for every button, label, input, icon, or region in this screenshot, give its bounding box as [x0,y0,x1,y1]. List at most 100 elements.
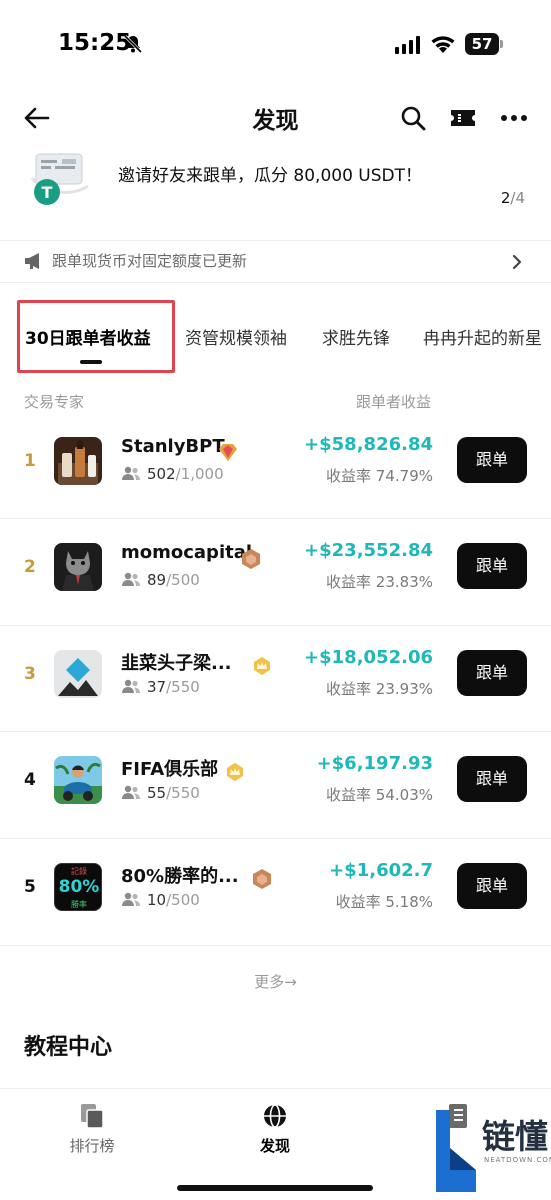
follower-count: 10/500 [121,891,200,909]
column-header-profit: 跟单者收益 [356,393,432,411]
more-link[interactable]: 更多→ [0,971,551,992]
ranking-tabs: 30日跟单者收益 资管规模领袖 求胜先锋 冉冉升起的新星 [0,300,551,373]
gold-crown-badge-icon [227,763,243,781]
bottom-nav-leaderboard[interactable]: 排行榜 [42,1103,142,1156]
banner-text: 邀请好友来跟单，瓜分 80,000 USDT！ [118,166,422,186]
active-tab-indicator [80,360,102,364]
banner-pager-total: 4 [515,189,525,207]
battery-tip [500,40,503,48]
more-options-icon[interactable] [500,107,528,129]
avatar-top-text: 記錄 [71,867,87,876]
trader-name: StanlyBPT [121,436,225,457]
follow-button[interactable]: 跟单 [457,543,527,589]
follower-count: 37/550 [121,678,200,696]
tab-30d-follower-profit[interactable]: 30日跟单者收益 [25,324,151,349]
follower-count: 89/500 [121,571,200,589]
trader-name: momocapital [121,542,253,563]
follower-capacity: /500 [166,571,200,589]
watermark-text: 链懂 [482,1117,548,1156]
bronze-badge-icon [242,549,260,569]
people-icon [122,892,140,906]
bottom-nav-discover[interactable]: 发现 [225,1103,325,1156]
gold-crown-badge-icon [254,657,270,675]
follower-profit: +$18,052.06 [304,647,433,668]
follower-count: 502/1,000 [121,465,224,483]
trader-row[interactable]: 5 記錄 80% 勝率 80%勝率的... 10/500 +$1,602.7 收… [0,839,551,945]
notice-bar[interactable]: 跟单现货币对固定额度已更新 [0,242,551,282]
search-icon[interactable] [400,105,426,131]
invite-banner[interactable]: T 邀请好友来跟单，瓜分 80,000 USDT！ 2/4 [0,146,551,222]
follow-button[interactable]: 跟单 [457,437,527,483]
avatar-main-text: 80% [58,877,100,897]
trader-name: FIFA俱乐部 [121,759,219,780]
rank-number: 1 [24,451,36,471]
banner-pager-current: 2 [500,189,511,207]
people-icon [122,679,140,693]
follower-current: 89 [147,571,167,589]
banner-pager: 2/4 [501,189,525,207]
home-indicator [177,1185,373,1191]
divider [0,240,551,241]
battery-level: 57 [465,33,499,55]
trader-row[interactable]: 1 StanlyBPT 502/1,000 +$58,826.84 收益率 74… [0,413,551,519]
trader-row[interactable]: 2 momocapital 89/500 +$23,552.84 收益率 23.… [0,519,551,625]
cellular-signal-icon [395,36,420,54]
column-header-expert: 交易专家 [24,393,85,411]
wifi-icon [431,36,455,53]
trader-row[interactable]: 4 FIFA俱乐部 55/550 +$6,197.93 收益率 54.03% 跟… [0,732,551,838]
return-rate: 收益率 23.83% [326,573,433,591]
tab-aum-leader[interactable]: 资管规模领袖 [185,324,287,349]
follower-profit: +$6,197.93 [316,753,433,774]
follower-capacity: /1,000 [175,465,224,483]
trader-name: 80%勝率的... [121,866,239,887]
section-title-tutorials: 教程中心 [24,1035,113,1060]
follower-profit: +$58,826.84 [304,434,433,455]
people-icon [122,466,140,480]
rank-number: 3 [24,664,36,684]
trader-avatar [54,437,102,485]
follow-button[interactable]: 跟单 [457,650,527,696]
return-rate: 收益率 74.79% [326,467,433,485]
ticket-icon[interactable] [449,106,477,130]
follow-button[interactable]: 跟单 [457,756,527,802]
trader-row[interactable]: 3 韭菜头子梁... 37/550 +$18,052.06 收益率 23.93%… [0,626,551,732]
watermark-sub: NEATDOWN.COM [484,1156,551,1164]
svg-text:T: T [42,183,53,202]
bell-off-icon [123,34,143,54]
trader-name: 韭菜头子梁... [121,653,232,674]
chevron-right-icon [512,254,522,270]
rank-number: 5 [24,877,36,897]
return-rate: 收益率 23.93% [326,680,433,698]
rank-number: 2 [24,557,36,577]
megaphone-icon [25,253,39,269]
follower-capacity: /550 [166,678,200,696]
follower-capacity: /500 [166,891,200,909]
people-icon [122,572,140,586]
follower-current: 10 [147,891,167,909]
follower-profit: +$1,602.7 [329,860,433,881]
red-diamond-badge-icon [219,444,237,461]
follower-capacity: /550 [166,784,200,802]
return-rate: 收益率 54.03% [326,786,433,804]
bronze-badge-icon [253,869,271,889]
globe-icon [264,1104,286,1128]
follow-button[interactable]: 跟单 [457,863,527,909]
notice-text: 跟单现货币对固定额度已更新 [52,252,248,270]
trader-avatar: 記錄 80% 勝率 [54,863,102,911]
battery-indicator: 57 [465,33,503,55]
people-icon [122,785,140,799]
trader-avatar [54,650,102,698]
divider [0,945,551,946]
watermark-logo-icon [436,1110,476,1192]
tab-rising-star[interactable]: 冉冉升起的新星 [423,324,542,349]
rank-number: 4 [24,770,36,790]
tab-win-pioneer[interactable]: 求胜先锋 [322,324,390,349]
follower-profit: +$23,552.84 [304,540,433,561]
follower-current: 55 [147,784,167,802]
status-bar: 15:25 57 [0,0,551,90]
bottom-nav-label: 排行榜 [69,1137,115,1155]
return-rate: 收益率 5.18% [335,893,433,911]
nav-bar: 发现 [0,95,551,141]
watermark: 链懂 NEATDOWN.COM [432,1108,551,1196]
follower-count: 55/550 [121,784,200,802]
